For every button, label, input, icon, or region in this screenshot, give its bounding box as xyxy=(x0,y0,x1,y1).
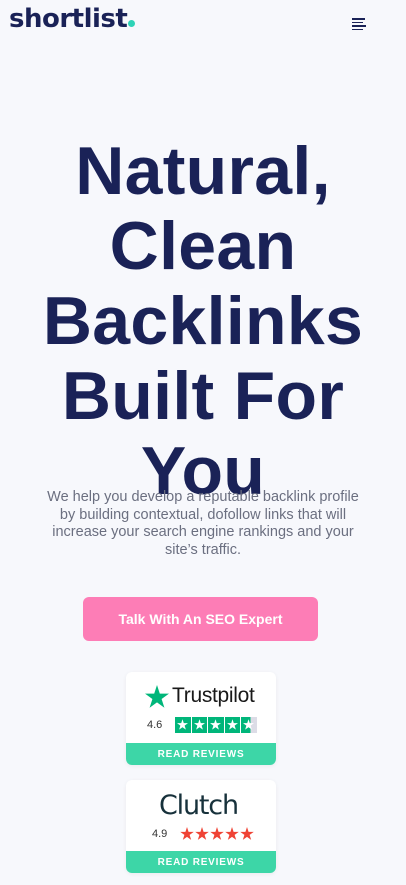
trustpilot-brand-name: Trustpilot xyxy=(172,684,255,707)
star-icon xyxy=(225,827,239,840)
site-header: shortlist xyxy=(0,0,406,50)
trustpilot-logo: Trustpilot xyxy=(145,684,255,708)
star-icon xyxy=(180,827,194,840)
hero-title-line: Clean xyxy=(109,208,297,284)
clutch-rating-value: 4.9 xyxy=(152,827,168,840)
clutch-rating-row: 4.9 xyxy=(152,827,254,840)
star-icon xyxy=(208,717,224,733)
clutch-read-reviews-button[interactable]: READ REVIEWS xyxy=(126,851,276,873)
trustpilot-stars xyxy=(175,717,257,733)
star-icon xyxy=(240,827,254,840)
logo[interactable]: shortlist xyxy=(9,4,136,34)
star-icon xyxy=(224,717,240,733)
trustpilot-star-icon xyxy=(145,684,169,708)
talk-with-expert-button[interactable]: Talk With An SEO Expert xyxy=(83,597,318,641)
trustpilot-rating-row: 4.6 xyxy=(147,717,257,733)
star-icon xyxy=(191,717,207,733)
trustpilot-review-card[interactable]: Trustpilot 4.6 READ REVIEWS xyxy=(126,672,276,765)
trustpilot-read-reviews-button[interactable]: READ REVIEWS xyxy=(126,743,276,765)
hero-title-line: Natural, xyxy=(75,133,331,209)
hero-title: Natural, Clean Backlinks Built For You xyxy=(0,134,406,509)
clutch-brand-name: Clutch xyxy=(159,790,239,821)
hero-title-line: Built For You xyxy=(61,358,345,509)
logo-dot xyxy=(128,20,136,27)
hero-title-line: Backlinks xyxy=(42,283,364,359)
star-icon xyxy=(175,717,191,733)
hero-subtitle: We help you develop a reputable backlink… xyxy=(47,489,359,558)
clutch-stars xyxy=(180,827,254,840)
star-icon xyxy=(195,827,209,840)
clutch-logo: Clutch xyxy=(159,790,239,821)
partial-star-icon xyxy=(241,717,257,733)
trustpilot-rating-value: 4.6 xyxy=(147,718,163,731)
logo-text: shortlist xyxy=(9,4,128,34)
clutch-review-card[interactable]: Clutch 4.9 READ REVIEWS xyxy=(126,780,276,873)
hamburger-menu-icon[interactable] xyxy=(352,17,368,31)
star-icon xyxy=(210,827,224,840)
